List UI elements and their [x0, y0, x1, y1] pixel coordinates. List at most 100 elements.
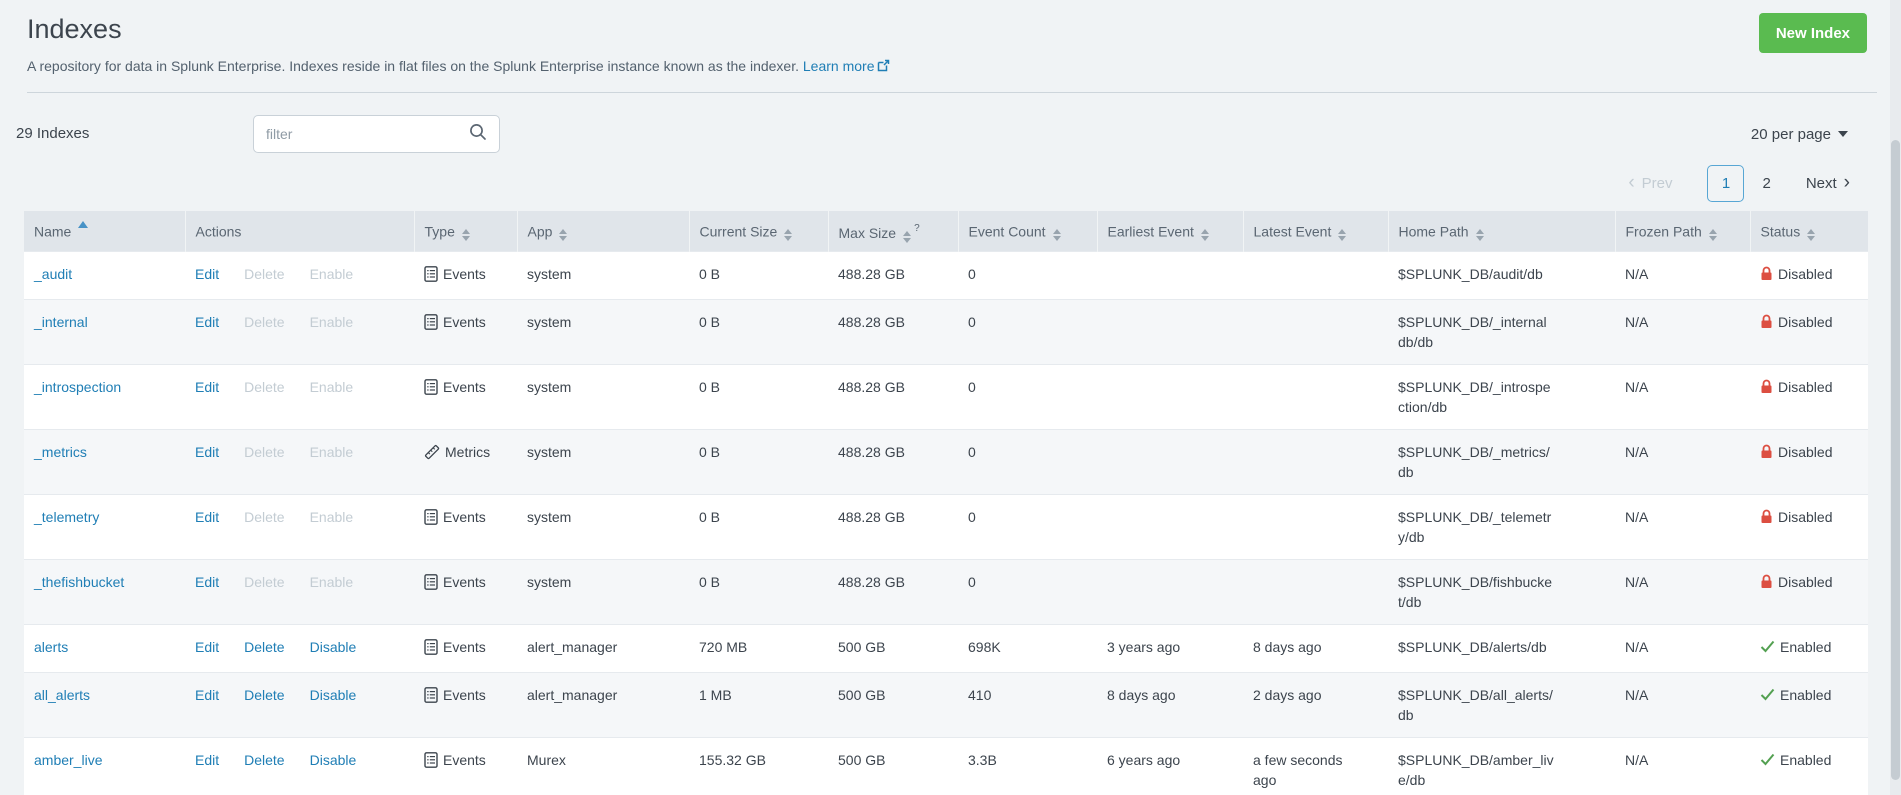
latest-event-cell — [1243, 299, 1388, 364]
home-path-cell: $SPLUNK_DB/_introspe ction/db — [1398, 378, 1551, 415]
delete-action[interactable]: Delete — [244, 752, 284, 768]
filter-box — [253, 115, 500, 153]
column-header-frozen-path[interactable]: Frozen Path — [1614, 211, 1750, 252]
column-header-max-size[interactable]: Max Size? — [827, 211, 958, 252]
page-header: Indexes New Index — [0, 0, 1901, 53]
column-header-app[interactable]: App — [516, 211, 689, 252]
edit-action[interactable]: Edit — [195, 574, 219, 590]
column-header-latest-event[interactable]: Latest Event — [1242, 211, 1388, 252]
column-header-status[interactable]: Status — [1749, 211, 1868, 252]
edit-action[interactable]: Edit — [195, 444, 219, 460]
type-label: Events — [443, 378, 486, 395]
earliest-event-cell — [1097, 299, 1243, 364]
delete-action[interactable]: Delete — [244, 639, 284, 655]
type-cell: Events — [424, 507, 486, 527]
new-index-button[interactable]: New Index — [1758, 13, 1867, 53]
current-size-cell: 0 B — [699, 378, 721, 395]
page-2-button[interactable]: 2 — [1762, 175, 1770, 192]
column-label: Type — [424, 223, 455, 240]
metrics-icon — [424, 444, 440, 460]
toggle-action: Enable — [309, 265, 354, 282]
status-badge: Enabled — [1760, 685, 1831, 705]
index-name-link[interactable]: all_alerts — [34, 687, 90, 703]
delete-action[interactable]: Delete — [244, 687, 284, 703]
max-size-cell: 500 GB — [838, 751, 886, 768]
earliest-event-cell — [1097, 429, 1243, 494]
event-count-cell: 698K — [968, 638, 1001, 655]
earliest-event-cell — [1097, 559, 1243, 624]
column-header-name[interactable]: Name — [24, 211, 185, 252]
search-icon — [469, 123, 487, 146]
sort-icon — [461, 229, 470, 242]
per-page-dropdown[interactable]: 20 per page — [1751, 126, 1848, 143]
status-badge: Disabled — [1760, 264, 1832, 284]
latest-event-cell: 8 days ago — [1253, 638, 1322, 655]
home-path-cell: $SPLUNK_DB/fishbucke t/db — [1398, 573, 1553, 610]
home-path-cell: $SPLUNK_DB/audit/db — [1398, 265, 1543, 282]
toggle-action[interactable]: Disable — [310, 752, 357, 768]
app-cell: system — [527, 265, 572, 282]
toggle-action: Enable — [309, 573, 354, 590]
delete-action: Delete — [244, 265, 285, 282]
table-controls: 29 Indexes 20 per page ‹ Prev 12 Next › — [0, 93, 1901, 211]
edit-action[interactable]: Edit — [195, 314, 219, 330]
edit-action[interactable]: Edit — [195, 687, 219, 703]
learn-more-link[interactable]: Learn more — [803, 58, 891, 74]
edit-action[interactable]: Edit — [195, 639, 219, 655]
events-icon — [424, 687, 438, 703]
index-name-link[interactable]: _internal — [34, 314, 88, 330]
delete-action: Delete — [244, 378, 285, 395]
next-page-button[interactable]: Next › — [1805, 172, 1850, 193]
chevron-left-icon: ‹ — [1628, 172, 1635, 193]
event-count-cell: 0 — [968, 313, 976, 330]
column-label: Status — [1760, 223, 1801, 240]
edit-action[interactable]: Edit — [195, 266, 219, 282]
index-name-link[interactable]: amber_live — [34, 752, 102, 768]
type-cell: Events — [424, 377, 486, 397]
earliest-event-cell — [1097, 494, 1243, 559]
frozen-path-cell: N/A — [1625, 751, 1649, 768]
chevron-right-icon: › — [1843, 172, 1850, 193]
toggle-action[interactable]: Disable — [310, 687, 357, 703]
app-cell: system — [527, 313, 572, 330]
type-cell: Events — [424, 572, 486, 592]
current-size-cell: 155.32 GB — [699, 751, 766, 768]
latest-event-cell — [1243, 494, 1388, 559]
column-header-current-size[interactable]: Current Size — [688, 211, 828, 252]
index-name-link[interactable]: _audit — [34, 266, 72, 282]
status-badge: Enabled — [1760, 637, 1831, 657]
filter-input[interactable] — [266, 126, 469, 142]
column-label: Frozen Path — [1625, 223, 1702, 240]
index-name-link[interactable]: _telemetry — [34, 509, 99, 525]
type-label: Events — [443, 508, 486, 525]
index-name-link[interactable]: _introspection — [34, 379, 121, 395]
column-header-type[interactable]: Type — [413, 211, 517, 252]
status-badge: Enabled — [1760, 750, 1831, 770]
index-name-link[interactable]: alerts — [34, 639, 68, 655]
edit-action[interactable]: Edit — [195, 379, 219, 395]
column-header-home-path[interactable]: Home Path — [1387, 211, 1615, 252]
toggle-action[interactable]: Disable — [310, 639, 357, 655]
column-label: Actions — [195, 223, 242, 240]
events-icon — [424, 314, 438, 330]
column-label: Current Size — [699, 223, 778, 240]
edit-action[interactable]: Edit — [195, 752, 219, 768]
column-header-earliest-event[interactable]: Earliest Event — [1096, 211, 1243, 252]
scrollbar-thumb[interactable] — [1891, 140, 1900, 780]
index-name-link[interactable]: _thefishbucket — [34, 574, 124, 590]
earliest-event-cell: 3 years ago — [1107, 638, 1181, 655]
app-cell: system — [527, 508, 572, 525]
column-header-event-count[interactable]: Event Count — [957, 211, 1097, 252]
events-icon — [424, 379, 438, 395]
learn-more-label: Learn more — [802, 58, 875, 74]
app-cell: alert_manager — [527, 638, 618, 655]
page-1-button[interactable]: 1 — [1707, 165, 1745, 202]
chevron-down-icon — [1838, 131, 1848, 137]
max-size-cell: 488.28 GB — [838, 313, 905, 330]
status-label: Disabled — [1778, 443, 1833, 460]
index-name-link[interactable]: _metrics — [34, 444, 87, 460]
edit-action[interactable]: Edit — [195, 509, 219, 525]
table-row: _audit Edit Delete Enable Events system 0 … — [24, 251, 1868, 300]
next-label: Next — [1805, 175, 1837, 192]
event-count-cell: 410 — [968, 686, 992, 703]
